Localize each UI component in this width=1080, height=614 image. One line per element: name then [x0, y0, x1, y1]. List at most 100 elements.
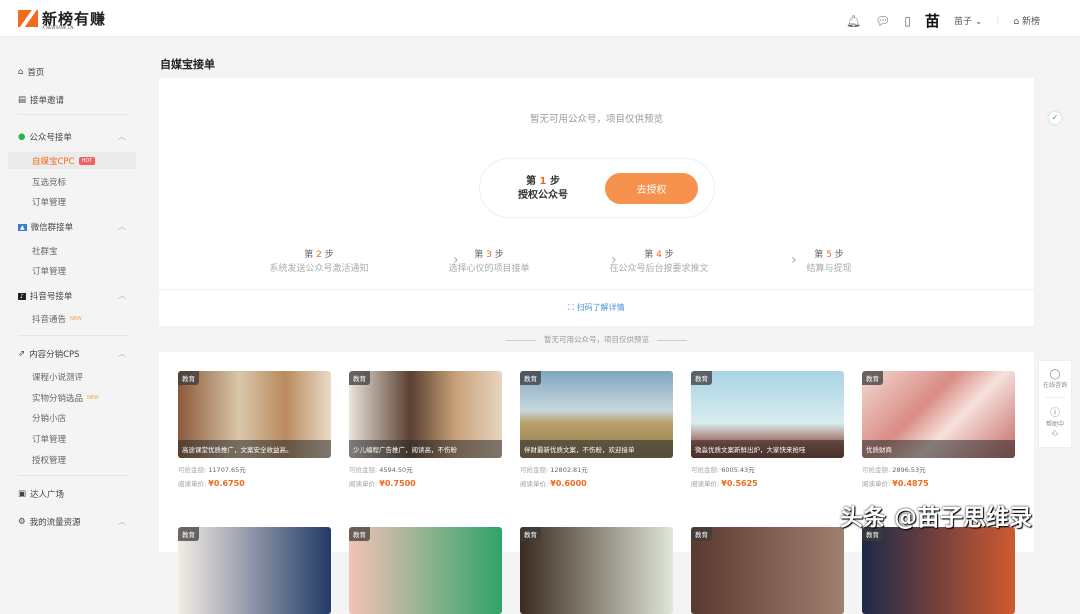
step-prefix: 第 [474, 250, 484, 260]
project-image[interactable]: 教育 伴财最新优质文案，不伤粉，欢迎接单 [520, 371, 673, 458]
amount-label: 可抢金额: [520, 466, 549, 474]
sidebar-group-wxgroup[interactable]: ▲ 微信群接单 [18, 221, 73, 233]
authorize-button[interactable]: 去授权 [605, 173, 698, 204]
sidebar-item-cps[interactable]: 实物分销选品 NEW [32, 392, 99, 404]
sidebar-item-home[interactable]: ⌂ 首页 [18, 66, 44, 78]
home-icon: ⌂ [18, 67, 24, 77]
bell-icon[interactable]: 🔔︎ [846, 14, 861, 28]
sidebar-item-cpc[interactable]: 自媒宝CPC HOT [8, 152, 136, 169]
divider [159, 289, 1034, 290]
floating-help: ◯ 在线咨询 ⓘ 帮助中心 [1038, 360, 1072, 448]
chevron-up-icon[interactable]: ︿ [118, 131, 126, 142]
sidebar: ⌂ 首页 ▤ 接单邀请 ● 公众号接单 ︿ 自媒宝CPC HOT 互选竞标 订单管理 ▲… [0, 38, 137, 544]
price-label: 阅读单价: [178, 480, 207, 488]
step-1-card: 第 1 步授权公众号 去授权 [479, 158, 715, 218]
project-card[interactable]: 教育 [349, 527, 502, 614]
project-card[interactable]: 教育 少儿编程广告推广，阅读高，不伤粉 可抢金额: 4594.50元 阅读单价: … [349, 371, 502, 488]
label: 课程小说测评 [32, 373, 84, 383]
label: 抖音号接单 [29, 292, 73, 302]
label: 接单邀请 [30, 96, 65, 106]
calendar-icon: ▤ [18, 95, 27, 105]
scan-icon: ⛶ [568, 303, 575, 312]
consult-button[interactable]: ◯ 在线咨询 [1039, 369, 1071, 389]
chevron-up-icon[interactable]: ︿ [118, 348, 126, 359]
amount-label: 可抢金额: [862, 466, 891, 474]
project-card[interactable]: 教育 微淼优质文案新鲜出炉，大家快来抢哇 可抢金额: 6005.43元 阅读单价:… [691, 371, 844, 488]
sidebar-item-talent[interactable]: ▣ 达人广场 [18, 488, 64, 500]
chat-icon: ◯ [1049, 369, 1061, 380]
sidebar-group-douyin[interactable]: ♪ 抖音号接单 [18, 290, 72, 302]
chevron-up-icon[interactable]: ︿ [118, 221, 126, 232]
wechat-side-icon[interactable]: ✓ [1049, 112, 1061, 124]
category-tag: 教育 [349, 527, 370, 541]
sidebar-item-orders[interactable]: 订单管理 [32, 265, 66, 277]
project-image[interactable]: 教育少儿编程广告推广，阅读高，不伤粉 [349, 371, 502, 458]
question-icon: ⓘ [1050, 408, 1060, 419]
step-prefix: 第 [814, 250, 824, 260]
sidebar-item-shequnbao[interactable]: 社群宝 [32, 245, 58, 257]
home-link[interactable]: ⌂ 新榜 [1013, 14, 1040, 27]
project-image[interactable]: 教育 [520, 527, 673, 614]
help-button[interactable]: ⓘ 帮助中心 [1045, 397, 1065, 437]
username: 苗子 [953, 17, 972, 27]
sidebar-item-invite[interactable]: ▤ 接单邀请 [18, 94, 64, 106]
sidebar-item-cps[interactable]: 授权管理 [32, 454, 66, 466]
sidebar-group-wechat[interactable]: ● 公众号接单 [18, 131, 72, 143]
logo-mark-icon [18, 10, 38, 27]
category-tag: 教育 [349, 371, 370, 385]
price-value: ¥0.5625 [721, 479, 758, 488]
project-caption: 少儿编程广告推广，阅读高，不伤粉 [349, 440, 502, 458]
project-image[interactable]: 教育 [691, 527, 844, 614]
project-image[interactable]: 教育 高途课堂优质推广，文案安全收益高。 [178, 371, 331, 458]
label: 自媒宝CPC [32, 156, 75, 167]
chevron-up-icon[interactable]: ︿ [118, 290, 126, 301]
sidebar-group-traffic[interactable]: ⚙ 我的流量资源 [18, 516, 81, 528]
step-suffix: 步 [494, 250, 504, 260]
project-card[interactable]: 教育 [520, 527, 673, 614]
project-card[interactable]: 教育 [178, 527, 331, 614]
logo-subtitle: X.NEWRANK.CN [42, 25, 74, 30]
project-caption: 微淼优质文案新鲜出炉，大家快来抢哇 [691, 440, 844, 458]
project-image[interactable]: 教育 [178, 527, 331, 614]
logo[interactable]: 新榜有赚 X.NEWRANK.CN [18, 8, 106, 30]
label: 达人广场 [30, 490, 65, 500]
step-number: 1 [539, 176, 547, 187]
project-card[interactable]: 教育 优质财商 可抢金额: 2896.53元 阅读单价: ¥0.4875 [862, 371, 1015, 488]
project-card[interactable]: 教育 伴财最新优质文案，不伤粉，欢迎接单 可抢金额: 12802.81元 阅读单价… [520, 371, 673, 488]
project-card[interactable]: 教育 高途课堂优质推广，文案安全收益高。 可抢金额: 11707.65元 阅读单价… [178, 371, 331, 488]
sidebar-item-bidding[interactable]: 互选竞标 [32, 176, 66, 188]
sidebar-item-cps[interactable]: 订单管理 [32, 433, 66, 445]
project-card[interactable]: 教育 [691, 527, 844, 614]
amount-label: 可抢金额: [178, 466, 207, 474]
divider [18, 114, 128, 115]
message-icon[interactable]: 💬︎ [875, 14, 890, 28]
sidebar-item-cps[interactable]: 分销小店 [32, 412, 66, 424]
label: 首页 [27, 68, 45, 78]
project-image[interactable]: 教育 微淼优质文案新鲜出炉，大家快来抢哇 [691, 371, 844, 458]
project-image[interactable]: 教育 [862, 527, 1015, 614]
step-4: 第 4 步在公众号后台按要求推文 [589, 248, 729, 276]
chevron-up-icon[interactable]: ︿ [118, 516, 126, 527]
sidebar-group-cps[interactable]: ⇗ 内容分销CPS [18, 348, 80, 360]
hot-badge: HOT [78, 156, 96, 165]
avatar[interactable]: 苗 [925, 10, 940, 31]
step-3: 第 3 步选择心仪的项目接单 [419, 248, 559, 276]
preview-divider: 暂无可用公众号，项目仅供预览 [159, 334, 1034, 345]
sidebar-item-orders[interactable]: 订单管理 [32, 196, 66, 208]
project-image[interactable]: 教育 优质财商 [862, 371, 1015, 458]
sidebar-item-douyin-notice[interactable]: 抖音通告 NEW [32, 313, 82, 325]
project-card[interactable]: 教育 [862, 527, 1015, 614]
price-value: ¥0.4875 [892, 479, 929, 488]
scan-label: 扫码了解详情 [576, 303, 625, 312]
mobile-icon[interactable]: ▯ [904, 14, 911, 28]
new-badge: NEW [70, 316, 82, 322]
user-menu[interactable]: 苗子 ⌄ [954, 14, 982, 27]
step-suffix: 步 [834, 250, 844, 260]
consult-label: 在线咨询 [1042, 382, 1067, 389]
scan-link[interactable]: ⛶ 扫码了解详情 [159, 302, 1034, 313]
step-5: 第 5 步结算与提现 [759, 248, 899, 276]
watermark: 头条 @苗子思维录 [840, 505, 1033, 531]
project-image[interactable]: 教育 [349, 527, 502, 614]
price-label: 阅读单价: [862, 480, 891, 488]
sidebar-item-cps[interactable]: 课程小说测评 [32, 371, 83, 383]
